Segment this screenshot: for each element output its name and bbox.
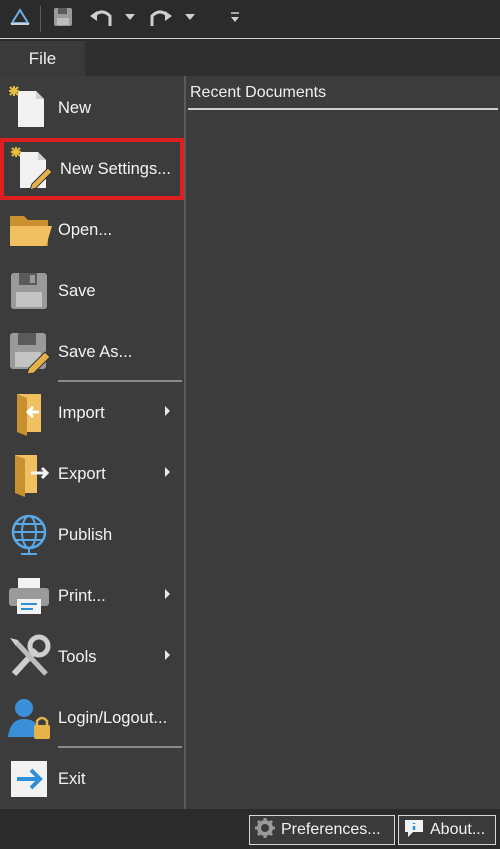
recent-documents-header: Recent Documents xyxy=(190,84,327,101)
menu-item-label: Tools xyxy=(58,647,97,666)
menu-item-label: Print... xyxy=(58,586,106,605)
menu-item-new-settings[interactable]: New Settings... xyxy=(0,138,184,200)
new-document-icon xyxy=(0,79,58,137)
menu-separator xyxy=(58,746,182,748)
menu-item-label: Save xyxy=(58,281,96,300)
preferences-button[interactable]: Preferences... xyxy=(249,815,395,845)
submenu-arrow-icon xyxy=(165,467,170,477)
menu-item-label: Open... xyxy=(58,220,113,239)
redo-icon[interactable] xyxy=(146,0,176,34)
file-tab[interactable]: File xyxy=(0,41,85,76)
undo-dropdown-icon[interactable] xyxy=(122,0,138,34)
info-icon xyxy=(403,817,425,844)
menu-item-tools[interactable]: Tools xyxy=(0,628,184,686)
menu-item-label: Publish xyxy=(58,525,113,544)
menu-item-save[interactable]: Save xyxy=(0,262,184,320)
menu-item-login-logout[interactable]: Login/Logout... xyxy=(0,689,184,747)
submenu-arrow-icon xyxy=(165,589,170,599)
menu-item-save-as[interactable]: Save As... xyxy=(0,323,184,381)
open-folder-icon xyxy=(0,201,58,259)
file-menu: New New Settings... Open... Save Save As… xyxy=(0,76,184,809)
toolbar-separator xyxy=(40,6,41,32)
about-label: About... xyxy=(430,821,486,838)
globe-icon xyxy=(0,506,58,564)
ribbon-strip xyxy=(85,41,500,76)
exit-icon xyxy=(0,750,58,808)
menu-item-label: Save As... xyxy=(58,342,133,361)
menu-item-open[interactable]: Open... xyxy=(0,201,184,259)
menu-item-new[interactable]: New xyxy=(0,79,184,137)
menu-item-label: Exit xyxy=(58,769,86,788)
menu-item-label: Login/Logout... xyxy=(58,708,168,727)
menu-item-exit[interactable]: Exit xyxy=(0,750,184,808)
export-icon xyxy=(0,445,58,503)
recent-header-underline xyxy=(188,108,498,110)
submenu-arrow-icon xyxy=(165,406,170,416)
undo-icon[interactable] xyxy=(86,0,116,34)
toolbar-bottom-line xyxy=(0,38,500,39)
printer-icon xyxy=(0,567,58,625)
user-lock-icon xyxy=(0,689,58,747)
menu-item-export[interactable]: Export xyxy=(0,445,184,503)
preferences-label: Preferences... xyxy=(281,821,381,838)
about-button[interactable]: About... xyxy=(398,815,496,845)
menu-item-label: Export xyxy=(58,464,106,483)
new-settings-icon xyxy=(2,140,60,198)
menu-item-publish[interactable]: Publish xyxy=(0,506,184,564)
save-icon xyxy=(0,262,58,320)
menu-item-label: Import xyxy=(58,403,105,422)
footer-bar: Preferences... About... xyxy=(0,809,500,849)
menu-item-print[interactable]: Print... xyxy=(0,567,184,625)
app-icon[interactable] xyxy=(4,0,36,34)
import-icon xyxy=(0,384,58,442)
menu-separator xyxy=(58,380,182,382)
tools-icon xyxy=(0,628,58,686)
menu-item-import[interactable]: Import xyxy=(0,384,184,442)
save-icon[interactable] xyxy=(48,0,78,34)
menu-item-label: New xyxy=(58,98,92,117)
gear-icon xyxy=(254,817,276,844)
menu-item-label: New Settings... xyxy=(60,159,171,178)
customize-icon[interactable] xyxy=(226,0,244,34)
submenu-arrow-icon xyxy=(165,650,170,660)
quick-access-toolbar xyxy=(0,0,500,39)
redo-dropdown-icon[interactable] xyxy=(182,0,198,34)
save-as-icon xyxy=(0,323,58,381)
recent-documents-pane: Recent Documents xyxy=(186,76,500,809)
